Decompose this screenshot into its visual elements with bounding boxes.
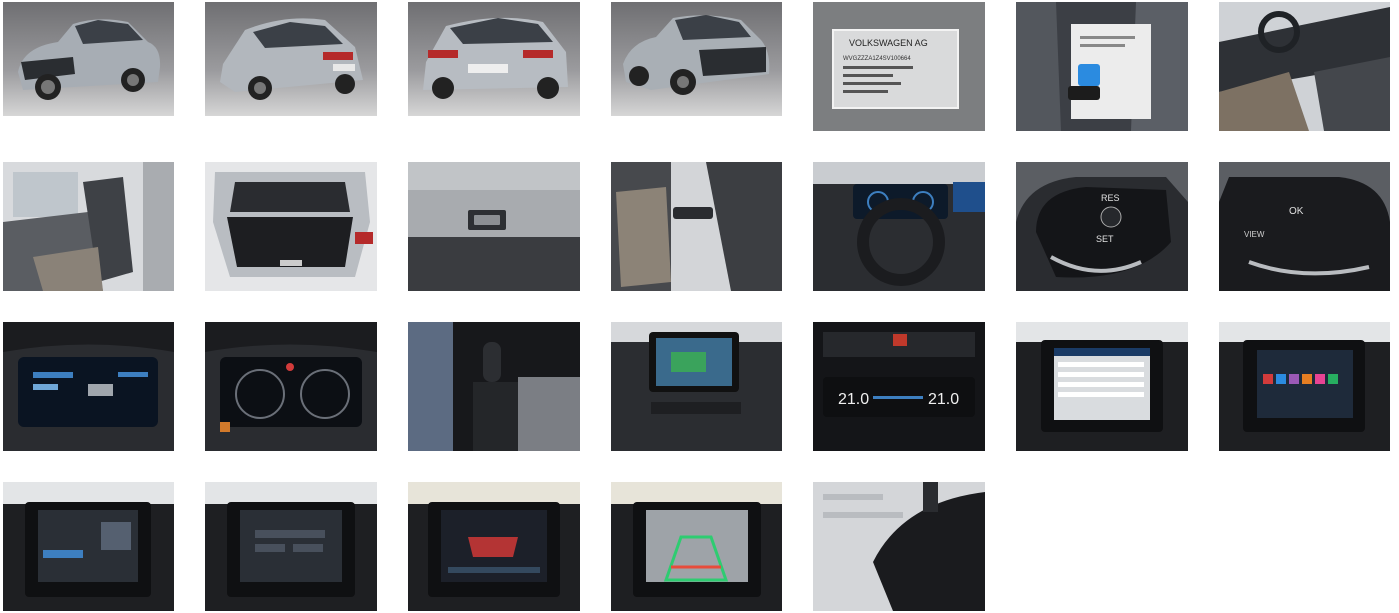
photo-thumbnail[interactable] (3, 482, 174, 611)
photo-thumbnail[interactable] (205, 162, 377, 291)
photo-thumbnail[interactable] (408, 162, 580, 291)
photo-thumbnail[interactable]: VOLKSWAGEN AG WVGZZZA1Z4SV100664 (813, 2, 985, 131)
photo-gallery: VOLKSWAGEN AG WVGZZZA1Z4SV100664 RES SET… (0, 0, 1399, 613)
photo-thumbnail[interactable] (408, 482, 580, 611)
photo-thumbnail[interactable] (205, 482, 377, 611)
photo-thumbnail[interactable] (1219, 322, 1390, 451)
photo-thumbnail[interactable] (1016, 322, 1188, 451)
photo-thumbnail[interactable] (611, 2, 782, 116)
photo-thumbnail[interactable] (205, 322, 377, 451)
photo-thumbnail[interactable] (611, 482, 782, 611)
vin-plate-vin: WVGZZZA1Z4SV100664 (843, 56, 911, 62)
photo-thumbnail[interactable] (813, 162, 985, 291)
vin-plate-maker: VOLKSWAGEN AG (849, 38, 928, 48)
photo-thumbnail[interactable]: RES SET (1016, 162, 1188, 291)
photo-thumbnail[interactable] (408, 322, 580, 451)
photo-thumbnail[interactable] (205, 2, 377, 116)
photo-thumbnail[interactable] (3, 162, 174, 291)
photo-thumbnail[interactable] (3, 2, 174, 116)
climate-left-temp: 21.0 (838, 391, 869, 408)
photo-thumbnail[interactable]: 21.0 21.0 (813, 322, 985, 451)
res-button-label: RES (1101, 193, 1120, 203)
photo-thumbnail[interactable]: OK VIEW (1219, 162, 1390, 291)
photo-thumbnail[interactable] (3, 322, 174, 451)
view-button-label: VIEW (1244, 230, 1265, 239)
set-button-label: SET (1096, 234, 1114, 244)
ok-button-label: OK (1289, 206, 1304, 217)
climate-right-temp: 21.0 (928, 391, 959, 408)
photo-thumbnail[interactable] (813, 482, 985, 611)
photo-thumbnail[interactable] (611, 162, 782, 291)
photo-thumbnail[interactable] (1016, 2, 1188, 131)
photo-thumbnail[interactable] (1219, 2, 1390, 131)
photo-thumbnail[interactable] (408, 2, 580, 116)
photo-thumbnail[interactable] (611, 322, 782, 451)
